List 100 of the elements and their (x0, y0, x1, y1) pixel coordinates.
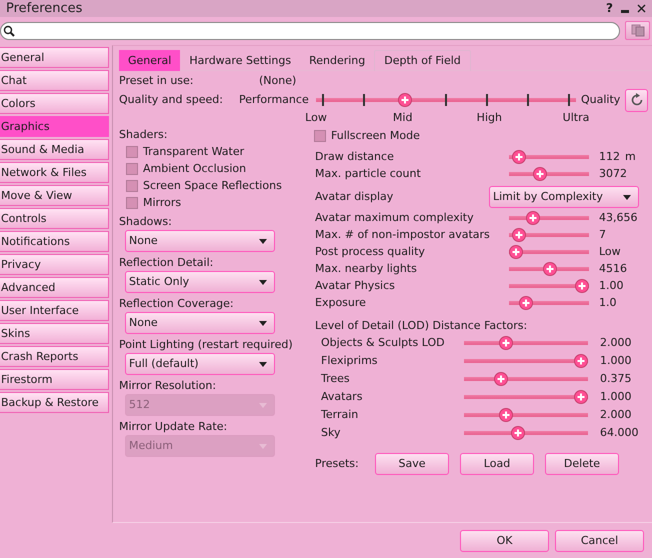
field-label: Shadows: (119, 214, 173, 230)
value-reading: 0.375 (600, 372, 632, 386)
slider-handle[interactable] (398, 93, 412, 107)
field-label: Mirror Update Rate: (119, 418, 228, 435)
field-label: Mirror Resolution: (119, 378, 218, 394)
dropdown[interactable]: Static Only (125, 271, 275, 293)
presets-label: Presets: (315, 457, 360, 471)
sidebar-item[interactable]: Privacy (0, 254, 109, 275)
checkbox[interactable] (126, 180, 138, 192)
setting-label: Max. nearby lights (315, 262, 418, 276)
caret-icon (623, 194, 631, 200)
sidebar-item[interactable]: Chat (0, 70, 109, 91)
tick-label: High (476, 111, 502, 124)
setting-label: Avatar maximum complexity (315, 210, 475, 224)
value-reading: Low (599, 244, 622, 258)
setting-label: Flexiprims (321, 354, 379, 368)
checkbox[interactable] (314, 130, 326, 142)
checkbox[interactable] (126, 196, 138, 208)
sidebar-item[interactable]: General (0, 47, 109, 68)
checkbox-label: Mirrors (143, 196, 182, 210)
checkbox[interactable] (126, 146, 138, 158)
setting-label: Post process quality (315, 244, 426, 258)
window-title: Preferences (6, 0, 82, 16)
value-reading: 1.0 (599, 296, 618, 310)
sidebar-item[interactable]: Skins (0, 323, 109, 344)
dropdown[interactable]: None (125, 230, 275, 252)
sidebar-item[interactable]: Controls (0, 208, 109, 229)
value-reading: 43,656 (599, 210, 638, 224)
setting-label: Trees (321, 372, 351, 386)
setting-label: Max. particle count (315, 166, 422, 180)
slider-handle[interactable] (518, 296, 533, 310)
slider-handle[interactable] (512, 150, 526, 164)
close-icon[interactable] (637, 4, 646, 13)
value-reading: 3072 (599, 166, 628, 180)
setting-label: Avatar Physics (315, 278, 396, 292)
value-reading: 2.000 (600, 408, 632, 422)
checkbox[interactable] (126, 162, 138, 174)
slider-handle[interactable] (574, 354, 588, 368)
sidebar-item[interactable]: Colors (0, 93, 109, 114)
dropdown[interactable]: None (125, 312, 275, 334)
tab[interactable]: Depth of Field (374, 50, 471, 71)
section-label: Shaders: (119, 127, 168, 143)
preset-label: Preset in use: (119, 74, 194, 88)
setting-label: Max. # of non-impostor avatars (315, 228, 489, 242)
slider-handle[interactable] (499, 408, 514, 422)
caret-icon (259, 238, 267, 244)
slider-handle[interactable] (494, 372, 508, 386)
setting-label: Avatar display (315, 190, 394, 204)
section-label: Level of Detail (LOD) Distance Factors: (314, 318, 528, 334)
slider-handle[interactable] (511, 426, 526, 440)
sidebar-item[interactable]: Advanced (0, 277, 109, 298)
performance-label: Performance (239, 93, 310, 107)
tab[interactable]: General (119, 50, 180, 71)
tab[interactable]: Rendering (300, 50, 374, 71)
dialog-button[interactable]: OK (460, 530, 549, 552)
field-label: Point Lighting (restart required) (119, 336, 294, 353)
tick-label: Low (305, 111, 327, 124)
sidebar-item[interactable]: Crash Reports (0, 346, 109, 367)
slider-handle[interactable] (575, 278, 589, 292)
search-icon (3, 24, 15, 36)
tab[interactable]: Hardware Settings (180, 50, 300, 71)
sidebar-item[interactable]: Backup & Restore (0, 392, 109, 413)
value-reading: 1.000 (600, 354, 632, 368)
slider-handle[interactable] (532, 166, 547, 180)
slider-handle[interactable] (499, 336, 514, 350)
checkbox-label: Screen Space Reflections (143, 178, 282, 192)
search-field[interactable] (0, 22, 620, 40)
value-reading: 4516 (599, 262, 628, 276)
dialog-button[interactable]: Cancel (555, 530, 644, 552)
slider-handle[interactable] (512, 228, 526, 242)
sidebar-item[interactable]: Move & View (0, 185, 109, 206)
sidebar-item[interactable]: User Interface (0, 300, 109, 321)
sidebar-item[interactable]: Notifications (0, 231, 109, 252)
sidebar-item[interactable]: Graphics (0, 116, 109, 137)
preset-button[interactable]: Delete (545, 453, 619, 475)
checkbox-label: Transparent Water (143, 144, 244, 158)
setting-label: Draw distance (315, 150, 395, 164)
reset-button[interactable] (625, 88, 648, 112)
value-reading: 112 (599, 150, 621, 164)
dropdown[interactable]: Full (default) (125, 353, 275, 375)
field-label: Reflection Coverage: (119, 296, 235, 312)
preset-button[interactable]: Load (460, 453, 534, 475)
setting-label: Exposure (315, 296, 367, 310)
setting-label: Terrain (321, 408, 360, 422)
caret-icon (259, 320, 267, 326)
slider-handle[interactable] (509, 244, 523, 258)
copy-button[interactable] (625, 21, 650, 40)
sidebar-item[interactable]: Network & Files (0, 162, 109, 183)
tick-label: Ultra (562, 111, 590, 124)
slider-handle[interactable] (543, 262, 558, 276)
dropdown[interactable]: Limit by Complexity (489, 186, 639, 208)
value-reading: 1.00 (599, 278, 624, 292)
slider-handle[interactable] (574, 390, 588, 404)
value-reading: 7 (599, 228, 607, 242)
sidebar-item[interactable]: Firestorm (0, 369, 109, 390)
preset-button[interactable]: Save (375, 453, 449, 475)
copy-icon (630, 24, 644, 37)
sidebar-item[interactable]: Sound & Media (0, 139, 109, 160)
slider-handle[interactable] (526, 210, 540, 224)
help-button[interactable]: ? (606, 1, 613, 16)
